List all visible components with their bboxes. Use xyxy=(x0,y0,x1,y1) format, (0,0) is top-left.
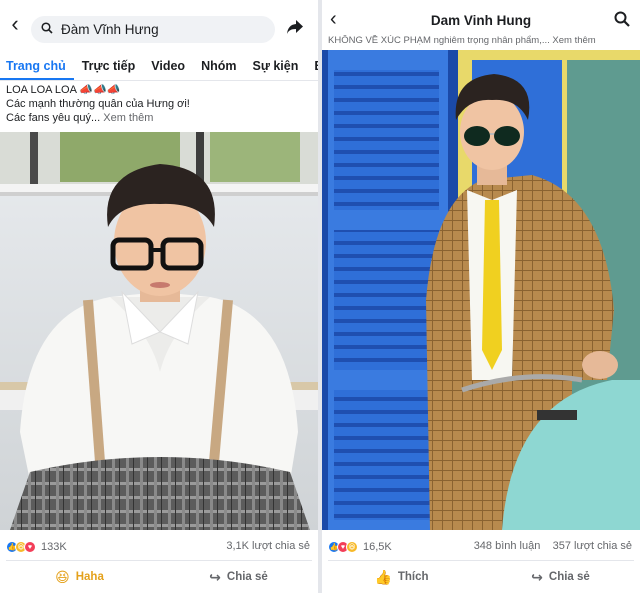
share-button[interactable]: ↪ Chia sẻ xyxy=(159,563,318,591)
haha-icon: 😆 xyxy=(346,541,358,553)
page-title: Dam Vinh Hung xyxy=(430,13,532,28)
haha-react-label: Haha xyxy=(75,571,104,583)
share-count[interactable]: 357 lượt chia sẻ xyxy=(553,540,632,552)
share-arrow-icon: ↪ xyxy=(209,568,221,585)
reactions-summary[interactable]: 👍 ♥ 😆 16,5K 348 bình luận 357 lượt chia … xyxy=(322,536,640,558)
share-button[interactable]: ↪ Chia sẻ xyxy=(481,563,640,591)
post-caption: LOA LOA LOA 📣📣📣 Các mạnh thường quân của… xyxy=(6,83,312,125)
tab-video[interactable]: Video xyxy=(143,54,193,80)
love-icon: ♥ xyxy=(24,541,36,553)
post-caption-line-3: Các fans yêu quý... Xem thêm xyxy=(6,111,312,125)
right-post-panel: ‹ Dam Vinh Hung KHÔNG VỀ XÚC PHẠM nghiêm… xyxy=(322,0,640,593)
post-actions: 😆 Haha ↪ Chia sẻ xyxy=(0,563,318,591)
tab-events[interactable]: Sự kiện xyxy=(244,54,306,80)
reaction-icons: 👍 😆 ♥ xyxy=(6,541,36,553)
search-icon[interactable] xyxy=(614,11,630,32)
actions-divider xyxy=(6,560,312,561)
see-more-link[interactable]: Xem thêm xyxy=(103,112,153,124)
post-photo[interactable] xyxy=(322,50,640,530)
haha-icon: 😆 xyxy=(55,568,70,585)
post-caption-line-1: LOA LOA LOA 📣📣📣 xyxy=(6,84,121,96)
tabs-divider xyxy=(0,80,318,81)
page-tabs: Trang chủ Trực tiếp Video Nhóm Sự kiện B… xyxy=(0,54,318,80)
left-post-panel: ‹ Đàm Vĩnh Hưng Trang chủ Trực tiếp Vide… xyxy=(0,0,318,593)
tab-groups[interactable]: Nhóm xyxy=(193,54,244,80)
reactions-summary[interactable]: 👍 😆 ♥ 133K 3,1K lượt chia sẻ xyxy=(0,536,318,558)
search-input-value: Đàm Vĩnh Hưng xyxy=(61,22,159,37)
reaction-icons: 👍 ♥ 😆 xyxy=(328,541,358,553)
post-photo[interactable] xyxy=(0,132,318,530)
share-count[interactable]: 3,1K lượt chia sẻ xyxy=(226,540,310,552)
haha-react-button[interactable]: 😆 Haha xyxy=(0,563,159,591)
like-button[interactable]: 👍 Thích xyxy=(322,563,481,591)
back-chevron-icon[interactable]: ‹ xyxy=(0,0,30,48)
post-actions: 👍 Thích ↪ Chia sẻ xyxy=(322,563,640,591)
reaction-count: 16,5K xyxy=(363,541,392,553)
comments-and-shares[interactable]: 348 bình luận 357 lượt chia sẻ xyxy=(474,540,632,552)
post-caption-line-3-text: Các fans yêu quý... xyxy=(6,112,101,124)
right-header: ‹ Dam Vinh Hung xyxy=(322,0,640,40)
share-arrow-icon[interactable] xyxy=(286,18,304,41)
search-icon xyxy=(41,22,53,37)
tab-home[interactable]: Trang chủ xyxy=(0,54,74,80)
comment-count[interactable]: 348 bình luận xyxy=(474,540,541,552)
post-caption-line-2: Các mạnh thường quân của Hưng ơi! xyxy=(6,98,190,110)
share-arrow-icon: ↪ xyxy=(531,568,543,585)
share-button-label: Chia sẻ xyxy=(548,571,590,583)
actions-divider xyxy=(328,560,634,561)
reaction-count: 133K xyxy=(41,541,67,553)
like-icon: 👍 xyxy=(374,568,392,585)
share-button-label: Chia sẻ xyxy=(226,571,268,583)
post-caption-cut: KHÔNG VỀ XÚC PHẠM nghiêm trọng nhân phẩm… xyxy=(328,35,596,46)
tab-live[interactable]: Trực tiếp xyxy=(74,54,144,80)
search-input[interactable]: Đàm Vĩnh Hưng xyxy=(31,16,275,43)
like-button-label: Thích xyxy=(397,571,429,583)
tab-posts[interactable]: Bài xyxy=(306,54,318,80)
